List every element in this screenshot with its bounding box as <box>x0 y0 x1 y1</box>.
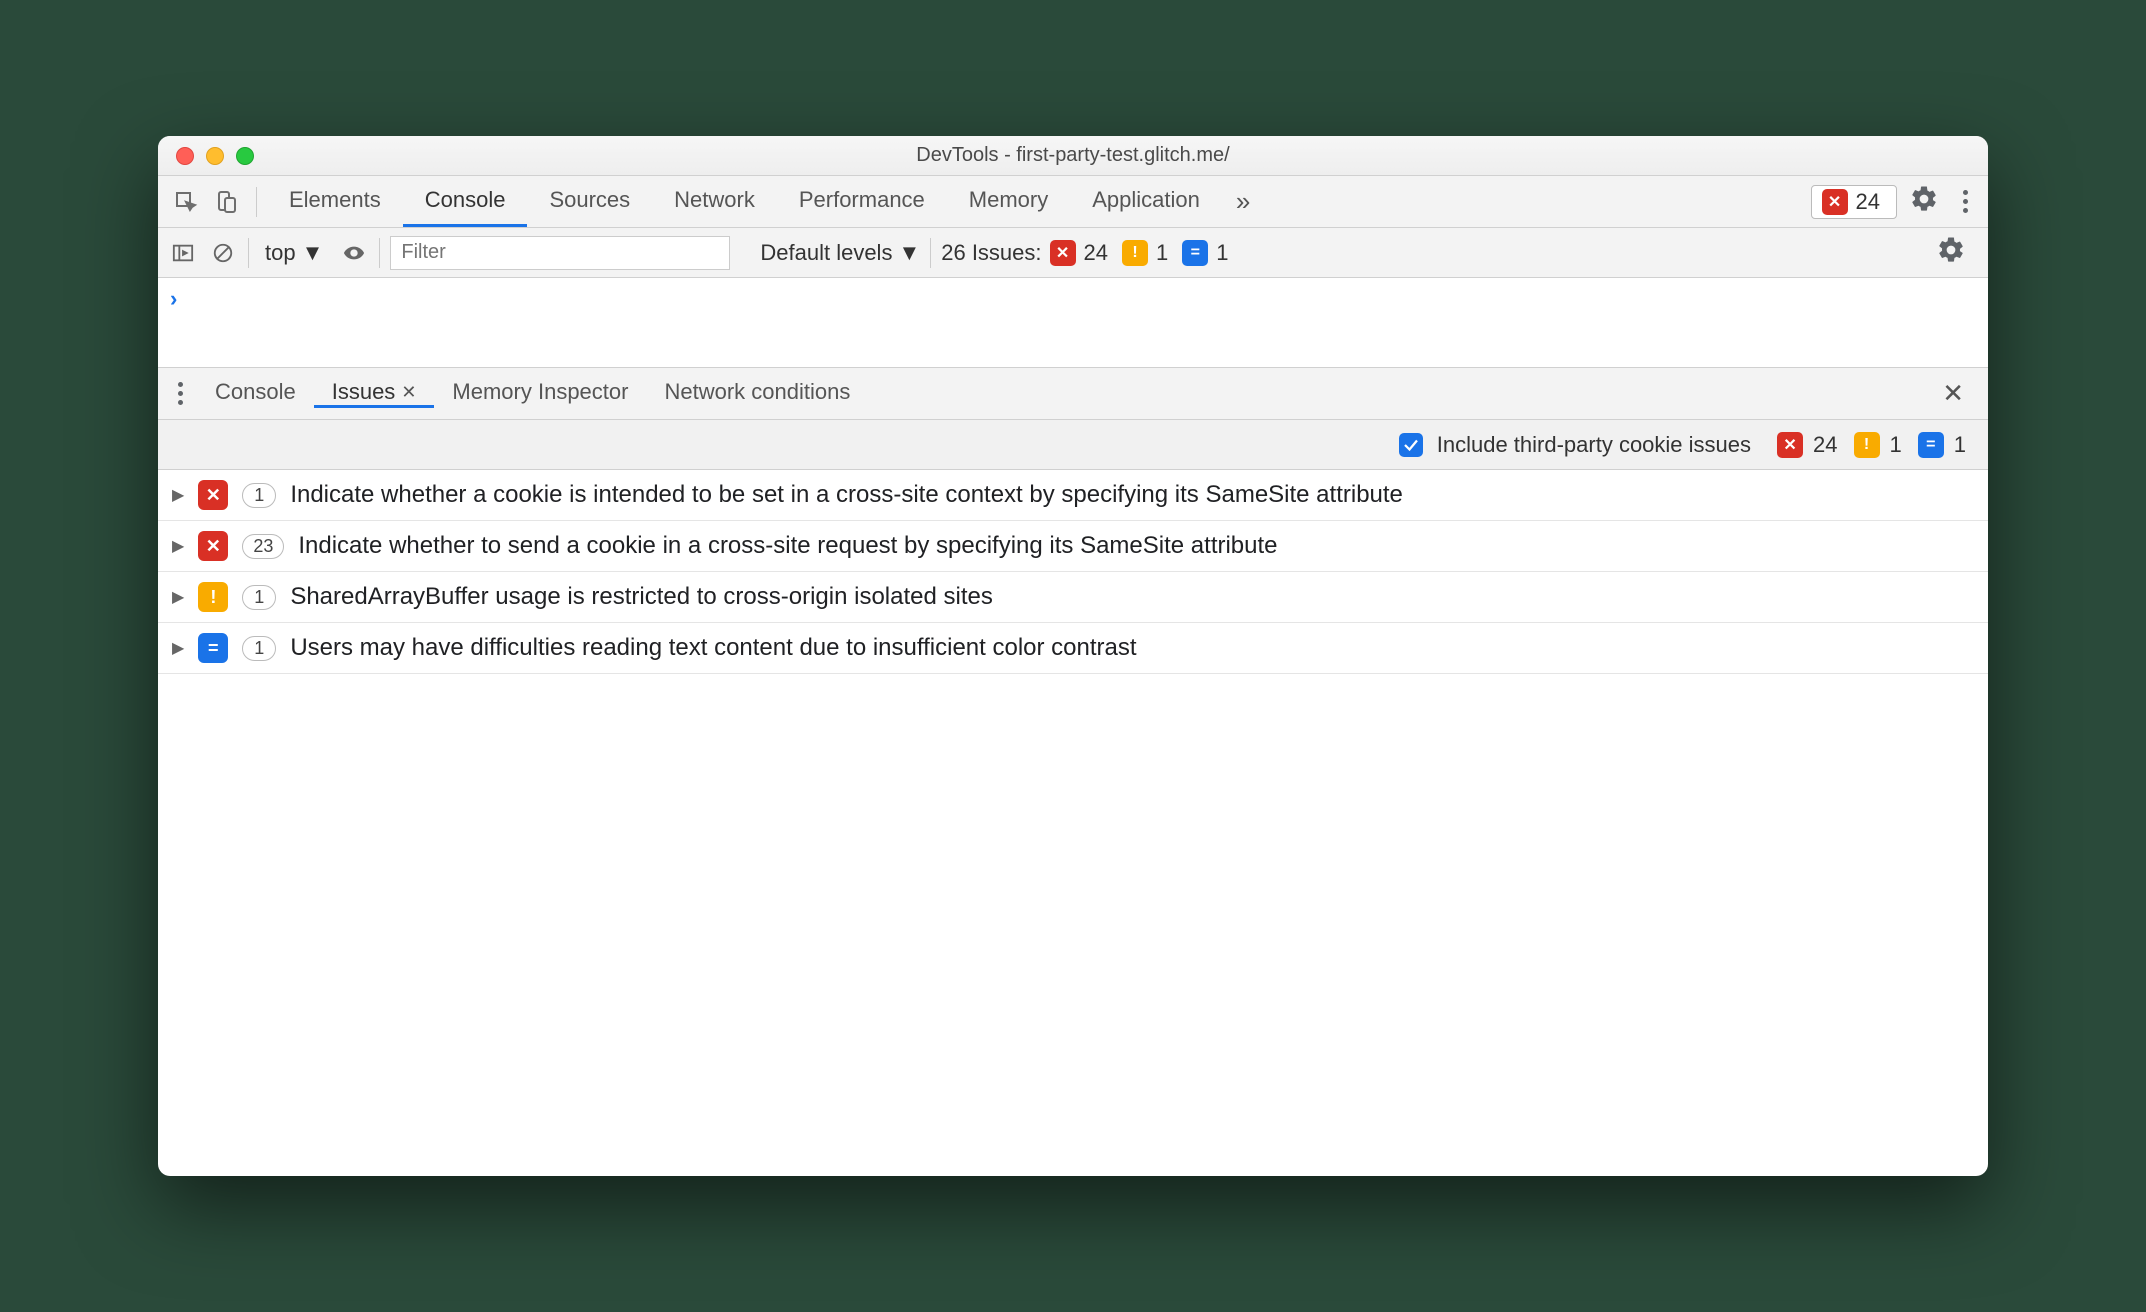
console-settings-gear-icon[interactable] <box>1924 235 1978 270</box>
main-panel-tabs: Elements Console Sources Network Perform… <box>158 176 1988 228</box>
info-count: 1 <box>1954 432 1966 458</box>
issues-summary[interactable]: 26 Issues: ✕ 24 ! 1 = 1 <box>941 240 1234 266</box>
tab-label: Sources <box>549 187 630 213</box>
issue-count-pill: 1 <box>242 483 276 508</box>
issues-list: ▶ ✕ 1 Indicate whether a cookie is inten… <box>158 470 1988 674</box>
checkbox-label: Include third-party cookie issues <box>1437 432 1751 458</box>
clear-console-icon[interactable] <box>208 238 238 268</box>
tab-console[interactable]: Console <box>403 176 528 227</box>
error-icon: ✕ <box>1777 432 1803 458</box>
error-icon: ✕ <box>198 531 228 561</box>
expand-triangle-icon[interactable]: ▶ <box>172 485 184 505</box>
close-drawer-icon[interactable]: ✕ <box>1924 378 1982 409</box>
inspect-element-icon[interactable] <box>166 182 206 222</box>
tab-label: Memory Inspector <box>452 379 628 405</box>
console-body[interactable]: › <box>158 278 1988 368</box>
tab-strip: Elements Console Sources Network Perform… <box>267 176 1222 227</box>
info-icon: = <box>1182 240 1208 266</box>
tab-label: Network conditions <box>664 379 850 405</box>
context-label: top <box>265 240 296 266</box>
drawer-tabs: Console Issues ✕ Memory Inspector Networ… <box>158 368 1988 420</box>
console-prompt-icon: › <box>170 286 177 311</box>
issue-title: Indicate whether a cookie is intended to… <box>290 481 1403 509</box>
drawer-tab-issues[interactable]: Issues ✕ <box>314 379 435 408</box>
issue-row[interactable]: ▶ = 1 Users may have difficulties readin… <box>158 623 1988 674</box>
issues-toolbar: Include third-party cookie issues ✕ 24 !… <box>158 420 1988 470</box>
drawer-tab-memory-inspector[interactable]: Memory Inspector <box>434 379 646 408</box>
info-icon: = <box>198 633 228 663</box>
tabs-overflow-button[interactable]: » <box>1222 186 1264 217</box>
error-icon: ✕ <box>1822 189 1848 215</box>
warning-icon: ! <box>1122 240 1148 266</box>
issue-count-pill: 1 <box>242 636 276 661</box>
tab-application[interactable]: Application <box>1070 176 1222 227</box>
more-options-icon[interactable] <box>1951 190 1980 213</box>
tab-label: Memory <box>969 187 1048 213</box>
expand-triangle-icon[interactable]: ▶ <box>172 638 184 658</box>
tab-label: Elements <box>289 187 381 213</box>
chevron-down-icon: ▼ <box>302 240 324 266</box>
warning-count: 1 <box>1890 432 1902 458</box>
close-tab-icon[interactable]: ✕ <box>401 382 416 403</box>
titlebar: DevTools - first-party-test.glitch.me/ <box>158 136 1988 176</box>
error-icon: ✕ <box>1050 240 1076 266</box>
divider <box>930 238 931 268</box>
drawer-tab-console[interactable]: Console <box>197 379 314 408</box>
include-third-party-checkbox[interactable] <box>1399 433 1423 457</box>
tab-label: Issues <box>332 379 396 405</box>
chevron-down-icon: ▼ <box>898 240 920 266</box>
issue-counts: ✕ 24 ! 1 = 1 <box>1777 432 1972 458</box>
toggle-sidebar-icon[interactable] <box>168 238 198 268</box>
filter-input[interactable] <box>390 236 730 270</box>
divider <box>379 238 380 268</box>
error-count: 24 <box>1084 240 1108 266</box>
tab-label: Console <box>215 379 296 405</box>
warning-icon: ! <box>198 582 228 612</box>
divider <box>248 238 249 268</box>
tab-label: Console <box>425 187 506 213</box>
context-selector[interactable]: top ▼ <box>259 240 329 266</box>
error-count: 24 <box>1856 189 1880 215</box>
tab-network[interactable]: Network <box>652 176 777 227</box>
expand-triangle-icon[interactable]: ▶ <box>172 587 184 607</box>
tab-label: Performance <box>799 187 925 213</box>
console-toolbar: top ▼ Default levels ▼ 26 Issues: ✕ 24 !… <box>158 228 1988 278</box>
devtools-window: DevTools - first-party-test.glitch.me/ E… <box>158 136 1988 1176</box>
drawer-more-icon[interactable] <box>164 382 197 405</box>
warning-count: 1 <box>1156 240 1168 266</box>
tab-memory[interactable]: Memory <box>947 176 1070 227</box>
issue-row[interactable]: ▶ ✕ 1 Indicate whether a cookie is inten… <box>158 470 1988 521</box>
live-expression-eye-icon[interactable] <box>339 238 369 268</box>
tab-performance[interactable]: Performance <box>777 176 947 227</box>
tab-label: Application <box>1092 187 1200 213</box>
levels-label: Default levels <box>760 240 892 266</box>
error-icon: ✕ <box>198 480 228 510</box>
issue-count-pill: 23 <box>242 534 284 559</box>
expand-triangle-icon[interactable]: ▶ <box>172 536 184 556</box>
tab-sources[interactable]: Sources <box>527 176 652 227</box>
tab-label: Network <box>674 187 755 213</box>
issue-row[interactable]: ▶ ✕ 23 Indicate whether to send a cookie… <box>158 521 1988 572</box>
issue-title: Indicate whether to send a cookie in a c… <box>298 532 1277 560</box>
error-count: 24 <box>1813 432 1837 458</box>
info-icon: = <box>1918 432 1944 458</box>
device-toolbar-icon[interactable] <box>206 182 246 222</box>
issues-prefix: 26 Issues: <box>941 240 1041 266</box>
issue-count-pill: 1 <box>242 585 276 610</box>
issue-row[interactable]: ▶ ! 1 SharedArrayBuffer usage is restric… <box>158 572 1988 623</box>
drawer-tab-network-conditions[interactable]: Network conditions <box>646 379 868 408</box>
divider <box>256 187 257 217</box>
issue-title: Users may have difficulties reading text… <box>290 634 1136 662</box>
tab-elements[interactable]: Elements <box>267 176 403 227</box>
warning-icon: ! <box>1854 432 1880 458</box>
info-count: 1 <box>1216 240 1228 266</box>
settings-gear-icon[interactable] <box>1897 184 1951 219</box>
issue-title: SharedArrayBuffer usage is restricted to… <box>290 583 993 611</box>
log-levels-selector[interactable]: Default levels ▼ <box>760 240 920 266</box>
window-title: DevTools - first-party-test.glitch.me/ <box>158 144 1988 167</box>
issues-counter-button[interactable]: ✕ 24 <box>1811 185 1897 219</box>
